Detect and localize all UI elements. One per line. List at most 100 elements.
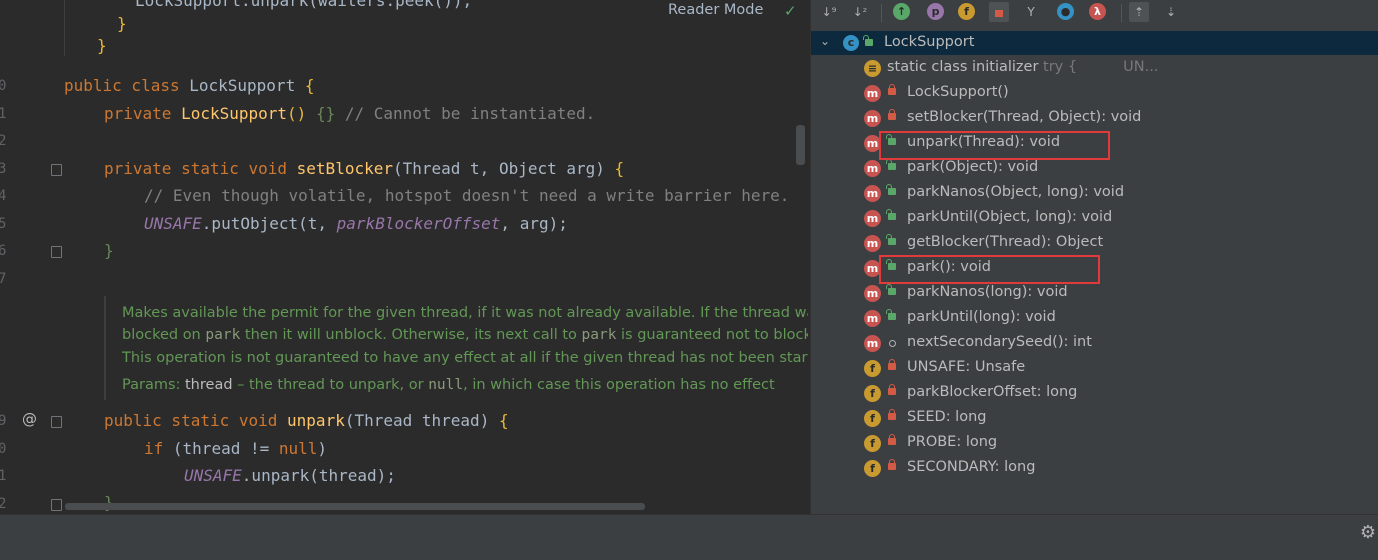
reader-mode-button[interactable]: Reader Mode — [668, 2, 763, 18]
check-icon[interactable]: ✓ — [784, 2, 797, 20]
show-fields-icon[interactable]: f — [958, 3, 975, 20]
fold-icon[interactable] — [51, 246, 62, 258]
line-number: 3 — [0, 161, 7, 177]
tree-root-label: LockSupport — [884, 34, 975, 50]
line-number: 0 — [0, 78, 7, 94]
structure-panel: ↓⁹ ↓ᶻ ↑ p f Y ● λ ⇡ ⇣ ⌄ c LockSupport ≡ s… — [810, 0, 1378, 514]
private-lock-icon — [888, 84, 896, 95]
member-signature: parkUntil(Object, long): void — [907, 209, 1113, 225]
code-editor[interactable]: 0 1 2 3 4 5 6 7 9 0 1 2 @ LockSupport.un… — [0, 0, 808, 514]
show-inherited-icon[interactable]: ↑ — [893, 3, 910, 20]
private-lock-icon — [888, 434, 896, 445]
member-signature: parkUntil(long): void — [907, 309, 1056, 325]
annotation-highlight — [879, 131, 1110, 160]
chevron-down-icon[interactable]: ⌄ — [820, 34, 830, 48]
expand-all-icon[interactable]: ⇡ — [1129, 2, 1149, 22]
structure-member-label: park(Object): void — [907, 159, 1038, 175]
horizontal-scrollbar[interactable] — [65, 503, 645, 510]
structure-member-row[interactable]: m LockSupport() — [811, 81, 1378, 106]
doc-line: Makes available the permit for the given… — [122, 305, 808, 321]
code-line: } — [104, 241, 114, 260]
structure-member-label: parkUntil(Object, long): void — [907, 209, 1112, 225]
structure-member-row[interactable]: f SEED: long — [811, 406, 1378, 431]
structure-member-label: parkNanos(Object, long): void — [907, 184, 1124, 200]
structure-member-row[interactable]: m parkNanos(Object, long): void — [811, 181, 1378, 206]
fold-icon[interactable] — [51, 164, 62, 176]
structure-member-row[interactable]: m nextSecondarySeed(): int — [811, 331, 1378, 356]
member-signature: parkNanos(long): void — [907, 284, 1068, 300]
structure-member-row[interactable]: m setBlocker(Thread, Object): void — [811, 106, 1378, 131]
class-icon: c — [843, 35, 859, 51]
public-access-icon — [886, 234, 896, 245]
indent-guide — [64, 0, 65, 56]
structure-member-row[interactable]: f PROBE: long — [811, 431, 1378, 456]
tree-root-row[interactable]: ⌄ c LockSupport — [811, 31, 1378, 55]
member-signature: setBlocker(Thread, Object): void — [907, 109, 1142, 125]
structure-member-row[interactable]: m parkNanos(long): void — [811, 281, 1378, 306]
field-icon: f — [864, 460, 881, 477]
method-icon: m — [864, 310, 881, 327]
method-icon: m — [864, 110, 881, 127]
member-signature: nextSecondarySeed(): int — [907, 334, 1092, 350]
structure-member-row[interactable]: m parkUntil(Object, long): void — [811, 206, 1378, 231]
structure-member-label: SECONDARY: long — [907, 459, 1035, 475]
structure-member-row[interactable]: ≡ static class initializer try { UN... — [811, 56, 1378, 81]
structure-member-label: nextSecondarySeed(): int — [907, 334, 1092, 350]
method-icon: m — [864, 335, 881, 352]
method-icon: m — [864, 85, 881, 102]
initializer-icon: ≡ — [864, 60, 881, 77]
gear-icon[interactable]: ⚙ — [1358, 522, 1378, 543]
code-line: if (thread != null) — [144, 439, 328, 458]
show-anonymous-icon[interactable]: ● — [1057, 3, 1074, 20]
line-number: 4 — [0, 188, 7, 204]
code-line: UNSAFE.putObject(t, parkBlockerOffset, a… — [144, 214, 568, 233]
line-number: 1 — [0, 106, 7, 122]
public-access-icon — [886, 284, 896, 295]
method-icon: m — [864, 235, 881, 252]
fold-icon[interactable] — [51, 416, 62, 428]
structure-member-label: parkUntil(long): void — [907, 309, 1056, 325]
status-bar — [0, 514, 1378, 560]
member-signature: park(Object): void — [907, 159, 1039, 175]
member-signature: UNSAFE: Unsafe — [907, 359, 1026, 375]
structure-member-label: PROBE: long — [907, 434, 997, 450]
field-icon: f — [864, 385, 881, 402]
line-number: 1 — [0, 468, 7, 484]
show-non-public-icon[interactable] — [989, 2, 1009, 22]
public-access-icon — [863, 35, 873, 46]
field-icon: f — [864, 410, 881, 427]
structure-member-label: static class initializer try { UN... — [887, 59, 1158, 75]
member-signature: parkNanos(Object, long): void — [907, 184, 1125, 200]
public-access-icon — [886, 209, 896, 220]
structure-member-row[interactable]: f UNSAFE: Unsafe — [811, 356, 1378, 381]
vertical-scrollbar[interactable] — [796, 125, 805, 165]
code-line: private static void setBlocker(Thread t,… — [104, 159, 625, 178]
structure-member-row[interactable]: m parkUntil(long): void — [811, 306, 1378, 331]
code-line: LockSupport.unpark(waiters.peek()); — [135, 0, 473, 10]
structure-member-row[interactable]: f SECONDARY: long — [811, 456, 1378, 481]
sort-by-visibility-icon[interactable]: ↓⁹ — [819, 2, 839, 22]
structure-member-label: parkNanos(long): void — [907, 284, 1068, 300]
collapse-all-icon[interactable]: ⇣ — [1161, 2, 1181, 22]
package-access-icon — [889, 340, 896, 347]
private-lock-icon — [888, 109, 896, 120]
field-icon: f — [864, 360, 881, 377]
structure-member-row[interactable]: f parkBlockerOffset: long — [811, 381, 1378, 406]
private-lock-icon — [888, 409, 896, 420]
sort-alphabetically-icon[interactable]: ↓ᶻ — [850, 2, 870, 22]
show-properties-icon[interactable]: p — [927, 3, 944, 20]
fold-icon[interactable] — [51, 499, 62, 511]
show-lambdas-icon[interactable]: λ — [1089, 3, 1106, 20]
public-access-icon — [886, 184, 896, 195]
method-icon: m — [864, 160, 881, 177]
structure-member-label: getBlocker(Thread): Object — [907, 234, 1103, 250]
private-lock-icon — [888, 359, 896, 370]
method-icon: m — [864, 210, 881, 227]
structure-toolbar: ↓⁹ ↓ᶻ ↑ p f Y ● λ ⇡ ⇣ — [811, 0, 1378, 28]
show-hierarchy-icon[interactable]: Y — [1021, 2, 1041, 22]
line-number: 9 — [0, 413, 7, 429]
structure-member-row[interactable]: m getBlocker(Thread): Object — [811, 231, 1378, 256]
override-annotation-icon[interactable]: @ — [22, 410, 37, 428]
code-line: public class LockSupport { — [64, 76, 315, 95]
public-access-icon — [886, 309, 896, 320]
